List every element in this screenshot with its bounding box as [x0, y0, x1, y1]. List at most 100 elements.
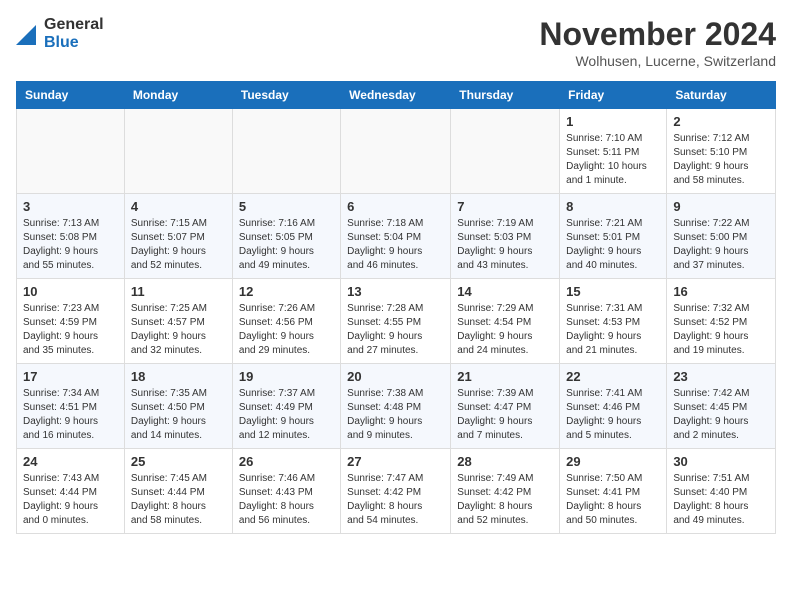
calendar-day-cell: 7 Sunrise: 7:19 AM Sunset: 5:03 PM Daylig…	[451, 194, 560, 279]
page: GeneralBlue November 2024 Wolhusen, Luce…	[0, 0, 792, 550]
day-info: Sunrise: 7:10 AM Sunset: 5:11 PM Dayligh…	[566, 132, 660, 188]
day-number: 14	[457, 284, 553, 299]
calendar-day-header: Friday	[560, 82, 667, 109]
day-number: 30	[673, 454, 769, 469]
calendar-header-row: SundayMondayTuesdayWednesdayThursdayFrid…	[17, 82, 776, 109]
day-number: 23	[673, 369, 769, 384]
day-number: 11	[131, 284, 226, 299]
calendar-day-cell: 27 Sunrise: 7:47 AM Sunset: 4:42 PM Dayli…	[341, 449, 451, 534]
day-number: 28	[457, 454, 553, 469]
calendar-week-row: 3 Sunrise: 7:13 AM Sunset: 5:08 PM Daylig…	[17, 194, 776, 279]
calendar-day-cell: 29Sunrise: 7:50 AM Sunset: 4:41 PM Dayli…	[560, 449, 667, 534]
day-number: 3	[23, 199, 118, 214]
day-number: 24	[23, 454, 118, 469]
day-number: 15	[566, 284, 660, 299]
calendar-day-cell: 26 Sunrise: 7:46 AM Sunset: 4:43 PM Dayli…	[232, 449, 340, 534]
day-info: Sunrise: 7:28 AM Sunset: 4:55 PM Dayligh…	[347, 302, 444, 358]
calendar-day-cell: 28 Sunrise: 7:49 AM Sunset: 4:42 PM Dayli…	[451, 449, 560, 534]
day-info: Sunrise: 7:15 AM Sunset: 5:07 PM Dayligh…	[131, 217, 226, 273]
day-number: 20	[347, 369, 444, 384]
calendar-day-cell: 19 Sunrise: 7:37 AM Sunset: 4:49 PM Dayli…	[232, 364, 340, 449]
day-number: 10	[23, 284, 118, 299]
day-info: Sunrise: 7:26 AM Sunset: 4:56 PM Dayligh…	[239, 302, 334, 358]
logo: GeneralBlue	[16, 16, 104, 51]
day-info: Sunrise: 7:39 AM Sunset: 4:47 PM Dayligh…	[457, 387, 553, 443]
day-number: 4	[131, 199, 226, 214]
calendar-day-header: Wednesday	[341, 82, 451, 109]
page-title: November 2024	[539, 16, 776, 53]
calendar-day-cell: 18 Sunrise: 7:35 AM Sunset: 4:50 PM Dayli…	[124, 364, 232, 449]
calendar-body: 1 Sunrise: 7:10 AM Sunset: 5:11 PM Daylig…	[17, 109, 776, 534]
day-info: Sunrise: 7:23 AM Sunset: 4:59 PM Dayligh…	[23, 302, 118, 358]
calendar-day-cell: 16 Sunrise: 7:32 AM Sunset: 4:52 PM Dayli…	[667, 279, 776, 364]
calendar-day-cell: 30Sunrise: 7:51 AM Sunset: 4:40 PM Dayli…	[667, 449, 776, 534]
day-number: 1	[566, 114, 660, 129]
calendar-day-cell: 24Sunrise: 7:43 AM Sunset: 4:44 PM Dayli…	[17, 449, 125, 534]
calendar-day-cell: 15 Sunrise: 7:31 AM Sunset: 4:53 PM Dayli…	[560, 279, 667, 364]
day-number: 22	[566, 369, 660, 384]
day-info: Sunrise: 7:22 AM Sunset: 5:00 PM Dayligh…	[673, 217, 769, 273]
day-number: 16	[673, 284, 769, 299]
day-info: Sunrise: 7:42 AM Sunset: 4:45 PM Dayligh…	[673, 387, 769, 443]
calendar-day-cell: 22 Sunrise: 7:41 AM Sunset: 4:46 PM Dayli…	[560, 364, 667, 449]
day-number: 2	[673, 114, 769, 129]
day-info: Sunrise: 7:45 AM Sunset: 4:44 PM Dayligh…	[131, 472, 226, 528]
calendar-day-cell: 14 Sunrise: 7:29 AM Sunset: 4:54 PM Dayli…	[451, 279, 560, 364]
calendar-day-cell	[341, 109, 451, 194]
calendar-day-cell: 4 Sunrise: 7:15 AM Sunset: 5:07 PM Daylig…	[124, 194, 232, 279]
day-info: Sunrise: 7:46 AM Sunset: 4:43 PM Dayligh…	[239, 472, 334, 528]
calendar-day-header: Monday	[124, 82, 232, 109]
calendar-day-cell: 21Sunrise: 7:39 AM Sunset: 4:47 PM Dayli…	[451, 364, 560, 449]
calendar-day-cell: 20 Sunrise: 7:38 AM Sunset: 4:48 PM Dayli…	[341, 364, 451, 449]
day-number: 9	[673, 199, 769, 214]
calendar-day-cell: 12 Sunrise: 7:26 AM Sunset: 4:56 PM Dayli…	[232, 279, 340, 364]
day-number: 26	[239, 454, 334, 469]
day-number: 19	[239, 369, 334, 384]
calendar-day-cell: 23 Sunrise: 7:42 AM Sunset: 4:45 PM Dayli…	[667, 364, 776, 449]
calendar-day-cell: 25Sunrise: 7:45 AM Sunset: 4:44 PM Dayli…	[124, 449, 232, 534]
calendar-day-cell	[124, 109, 232, 194]
day-info: Sunrise: 7:37 AM Sunset: 4:49 PM Dayligh…	[239, 387, 334, 443]
day-info: Sunrise: 7:47 AM Sunset: 4:42 PM Dayligh…	[347, 472, 444, 528]
calendar-day-cell: 1 Sunrise: 7:10 AM Sunset: 5:11 PM Daylig…	[560, 109, 667, 194]
day-info: Sunrise: 7:38 AM Sunset: 4:48 PM Dayligh…	[347, 387, 444, 443]
calendar-day-header: Sunday	[17, 82, 125, 109]
calendar-day-cell: 13 Sunrise: 7:28 AM Sunset: 4:55 PM Dayli…	[341, 279, 451, 364]
day-info: Sunrise: 7:35 AM Sunset: 4:50 PM Dayligh…	[131, 387, 226, 443]
day-info: Sunrise: 7:32 AM Sunset: 4:52 PM Dayligh…	[673, 302, 769, 358]
day-number: 18	[131, 369, 226, 384]
calendar-day-header: Tuesday	[232, 82, 340, 109]
day-info: Sunrise: 7:49 AM Sunset: 4:42 PM Dayligh…	[457, 472, 553, 528]
day-number: 13	[347, 284, 444, 299]
day-info: Sunrise: 7:13 AM Sunset: 5:08 PM Dayligh…	[23, 217, 118, 273]
calendar-day-cell: 5Sunrise: 7:16 AM Sunset: 5:05 PM Daylig…	[232, 194, 340, 279]
day-number: 8	[566, 199, 660, 214]
calendar-day-cell: 11 Sunrise: 7:25 AM Sunset: 4:57 PM Dayli…	[124, 279, 232, 364]
calendar-week-row: 24Sunrise: 7:43 AM Sunset: 4:44 PM Dayli…	[17, 449, 776, 534]
calendar-day-cell	[451, 109, 560, 194]
day-number: 6	[347, 199, 444, 214]
day-info: Sunrise: 7:31 AM Sunset: 4:53 PM Dayligh…	[566, 302, 660, 358]
day-info: Sunrise: 7:41 AM Sunset: 4:46 PM Dayligh…	[566, 387, 660, 443]
calendar-day-cell: 10 Sunrise: 7:23 AM Sunset: 4:59 PM Dayli…	[17, 279, 125, 364]
calendar-day-cell: 9 Sunrise: 7:22 AM Sunset: 5:00 PM Daylig…	[667, 194, 776, 279]
day-number: 7	[457, 199, 553, 214]
calendar-day-cell	[17, 109, 125, 194]
calendar-week-row: 10 Sunrise: 7:23 AM Sunset: 4:59 PM Dayli…	[17, 279, 776, 364]
day-number: 17	[23, 369, 118, 384]
page-subtitle: Wolhusen, Lucerne, Switzerland	[539, 53, 776, 69]
day-number: 27	[347, 454, 444, 469]
calendar-day-cell: 17 Sunrise: 7:34 AM Sunset: 4:51 PM Dayli…	[17, 364, 125, 449]
day-info: Sunrise: 7:25 AM Sunset: 4:57 PM Dayligh…	[131, 302, 226, 358]
day-info: Sunrise: 7:19 AM Sunset: 5:03 PM Dayligh…	[457, 217, 553, 273]
calendar-day-cell: 8 Sunrise: 7:21 AM Sunset: 5:01 PM Daylig…	[560, 194, 667, 279]
day-info: Sunrise: 7:34 AM Sunset: 4:51 PM Dayligh…	[23, 387, 118, 443]
day-info: Sunrise: 7:16 AM Sunset: 5:05 PM Dayligh…	[239, 217, 334, 273]
day-info: Sunrise: 7:29 AM Sunset: 4:54 PM Dayligh…	[457, 302, 553, 358]
calendar-day-cell: 3 Sunrise: 7:13 AM Sunset: 5:08 PM Daylig…	[17, 194, 125, 279]
calendar-day-cell	[232, 109, 340, 194]
day-info: Sunrise: 7:21 AM Sunset: 5:01 PM Dayligh…	[566, 217, 660, 273]
day-number: 12	[239, 284, 334, 299]
calendar-day-header: Saturday	[667, 82, 776, 109]
calendar-day-cell: 6Sunrise: 7:18 AM Sunset: 5:04 PM Daylig…	[341, 194, 451, 279]
